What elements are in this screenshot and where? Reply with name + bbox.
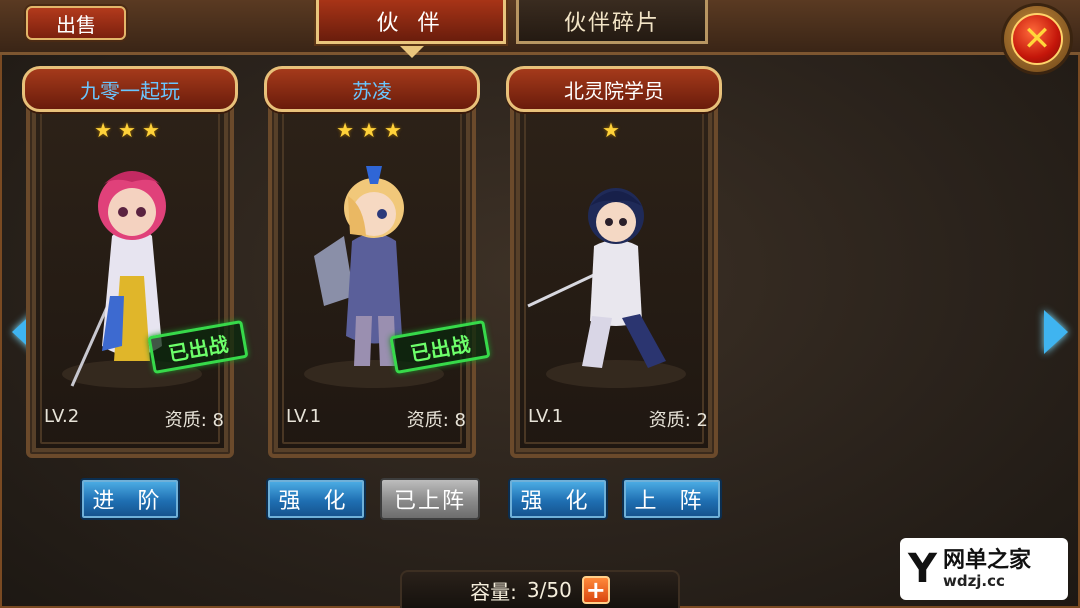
card-stats: LV.2 资质: 8 [44,406,224,432]
capacity-label: 容量: [470,579,517,604]
partner-name: 北灵院学员 [506,66,722,112]
partner-card-3[interactable]: 北灵院学员 ★ LV.1 资质: 2 [506,66,722,460]
close-icon: ✕ [1011,13,1063,65]
advance-button[interactable]: 进 阶 [80,478,180,520]
partner-level: LV.1 [286,406,322,427]
partner-card-2[interactable]: 苏凌 ★★★ 已出战 LV.1 资质: 8 [264,66,491,460]
next-page-arrow-icon[interactable] [1044,310,1068,354]
star-rating: ★★★ [336,118,408,142]
partner-name: 九零一起玩 [22,66,238,112]
strengthen-button[interactable]: 强 化 [508,478,608,520]
site-watermark-logo: Y 网单之家 wdzj.cc [900,538,1068,600]
strengthen-button[interactable]: 强 化 [266,478,366,520]
logo-url: wdzj.cc [942,571,1005,590]
character-portrait [516,146,712,396]
deploy-button[interactable]: 上 阵 [622,478,722,520]
active-tab-pointer [400,46,424,58]
partner-aptitude: 资质: 8 [164,410,224,431]
sell-button[interactable]: 出售 [26,6,126,40]
partner-card-1[interactable]: 九零一起玩 ★★★ 已出战 LV.2 资质: 8 [22,66,249,460]
deployed-button[interactable]: 已上阵 [380,478,480,520]
partner-aptitude: 资质: 2 [648,410,708,431]
partner-level: LV.1 [528,406,564,427]
partner-aptitude: 资质: 8 [406,410,466,431]
star-rating: ★ [602,118,626,142]
partner-name: 苏凌 [264,66,480,112]
partner-level: LV.2 [44,406,80,427]
tab-partners[interactable]: 伙 伴 [316,0,506,44]
capacity-bar: 容量: 3/50 + [400,570,680,608]
star-rating: ★★★ [94,118,166,142]
close-button[interactable]: ✕ [1004,6,1070,72]
tab-partner-fragments[interactable]: 伙伴碎片 [516,0,708,44]
card-stats: LV.1 资质: 8 [286,406,466,432]
card-stats: LV.1 资质: 2 [528,406,708,432]
add-capacity-plus-icon[interactable]: + [581,576,610,604]
capacity-value: 3/50 [526,578,572,602]
logo-mark-icon: Y [908,546,937,592]
logo-name: 网单之家 [942,547,1031,573]
